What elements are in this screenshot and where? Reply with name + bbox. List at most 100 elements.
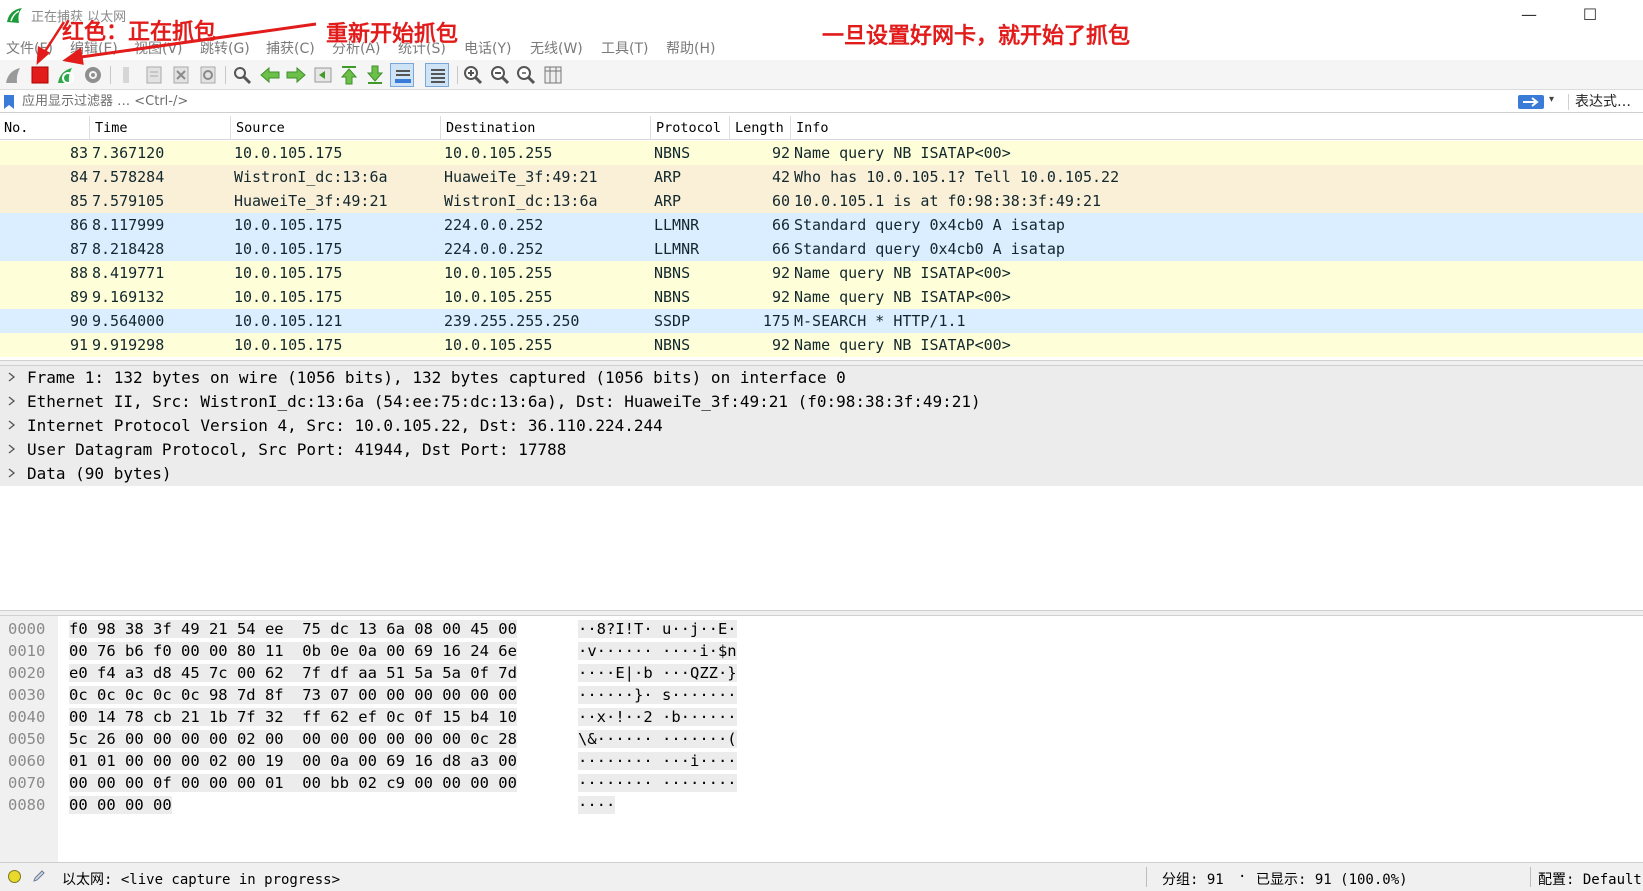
shark-fin-start-icon[interactable] [2, 63, 26, 87]
packet-row[interactable]: 89 9.169132 10.0.105.175 10.0.105.255 NBNS 92… [0, 285, 1643, 309]
go-forward-icon[interactable] [284, 63, 308, 87]
packet-row[interactable]: 91 9.919298 10.0.105.175 10.0.105.255 NBNS 92… [0, 333, 1643, 357]
cell-no: 88 [69, 264, 88, 282]
cell-no: 83 [69, 144, 88, 162]
display-filter-bar: ▾ 表达式… [0, 91, 1643, 113]
detail-text: Internet Protocol Version 4, Src: 10.0.1… [27, 416, 663, 435]
packet-row[interactable]: 90 9.564000 10.0.105.121 239.255.255.250 SSD… [0, 309, 1643, 333]
find-packet-icon[interactable] [230, 63, 254, 87]
hex-bytes: 00 14 78 cb 21 1b 7f 32 ff 62 ef 0c 0f 1… [69, 708, 517, 726]
cell-time: 8.218428 [92, 240, 165, 258]
cell-time: 9.169132 [92, 288, 165, 306]
cell-length: 60 [771, 192, 790, 210]
menu-file[interactable]: 文件(F) [6, 38, 53, 58]
capture-options-icon[interactable] [81, 63, 105, 87]
capture-comment-icon[interactable] [31, 868, 47, 884]
minimize-button[interactable]: — [1506, 0, 1552, 30]
menu-capture[interactable]: 捕获(C) [266, 38, 315, 58]
cell-time: 8.419771 [92, 264, 165, 282]
menu-tools[interactable]: 工具(T) [601, 38, 648, 58]
go-last-icon[interactable] [363, 63, 387, 87]
ascii-bytes: ········ ···i···· [578, 752, 737, 770]
annotation-note: 一旦设置好网卡，就开始了抓包 [822, 24, 1131, 49]
column-time[interactable]: Time [95, 120, 128, 136]
cell-info: M-SEARCH * HTTP/1.1 [794, 312, 966, 330]
stop-capture-icon[interactable] [28, 63, 52, 87]
chevron-right-icon[interactable] [7, 417, 17, 433]
zoom-out-icon[interactable] [488, 63, 512, 87]
detail-tree-item[interactable]: Frame 1: 132 bytes on wire (1056 bits), … [0, 366, 1643, 390]
detail-tree-item[interactable]: Internet Protocol Version 4, Src: 10.0.1… [0, 414, 1643, 438]
go-to-packet-icon[interactable] [311, 63, 335, 87]
cell-time: 8.117999 [92, 216, 165, 234]
resize-columns-icon[interactable] [541, 63, 565, 87]
menu-help[interactable]: 帮助(H) [666, 38, 715, 58]
hex-offset: 0080 [8, 796, 46, 814]
expert-info-led-icon[interactable] [8, 870, 21, 883]
cell-source: 10.0.105.121 [234, 312, 343, 330]
cell-time: 7.578284 [92, 168, 165, 186]
column-source[interactable]: Source [236, 120, 285, 136]
ascii-bytes: ········ ········ [578, 774, 737, 792]
column-no[interactable]: No. [4, 120, 28, 136]
packet-row[interactable]: 83 7.367120 10.0.105.175 10.0.105.255 NBNS 92… [0, 141, 1643, 165]
detail-tree-item[interactable]: User Datagram Protocol, Src Port: 41944,… [0, 438, 1643, 462]
packet-row[interactable]: 87 8.218428 10.0.105.175 224.0.0.252 LLMNR 66… [0, 237, 1643, 261]
chevron-right-icon[interactable] [7, 465, 17, 481]
apply-filter-button[interactable] [1518, 95, 1544, 109]
menu-telephony[interactable]: 电话(Y) [464, 38, 511, 58]
hex-offset: 0020 [8, 664, 46, 682]
autoscroll-icon[interactable] [390, 63, 414, 87]
go-first-icon[interactable] [337, 63, 361, 87]
cell-no: 90 [69, 312, 88, 330]
cell-time: 9.919298 [92, 336, 165, 354]
cell-time: 9.564000 [92, 312, 165, 330]
cell-info: Who has 10.0.105.1? Tell 10.0.105.22 [794, 168, 1120, 186]
cell-destination: 10.0.105.255 [444, 144, 553, 162]
packet-row[interactable]: 85 7.579105 HuaweiTe_3f:49:21 WistronI_dc:1… [0, 189, 1643, 213]
chevron-right-icon[interactable] [7, 393, 17, 409]
filter-history-dropdown[interactable]: ▾ [1549, 94, 1554, 105]
wireshark-logo-icon [7, 8, 22, 23]
open-file-icon[interactable] [114, 63, 138, 87]
go-back-icon[interactable] [258, 63, 282, 87]
hex-offset: 0000 [8, 620, 46, 638]
ascii-bytes: ··x·!··2 ·b······ [578, 708, 737, 726]
reload-file-icon[interactable] [196, 63, 220, 87]
column-length[interactable]: Length [735, 120, 784, 136]
packet-row[interactable]: 88 8.419771 10.0.105.175 10.0.105.255 NBNS 92… [0, 261, 1643, 285]
hex-bytes: 00 00 00 00 [69, 796, 172, 814]
bookmark-icon[interactable] [2, 94, 16, 110]
ascii-bytes: ····E|·b ···QZZ·} [578, 664, 737, 682]
zoom-in-icon[interactable] [461, 63, 485, 87]
packet-row[interactable]: 86 8.117999 10.0.105.175 224.0.0.252 LLMNR 66… [0, 213, 1643, 237]
maximize-button[interactable]: ☐ [1567, 0, 1613, 30]
cell-destination: 10.0.105.255 [444, 288, 553, 306]
display-filter-input[interactable] [20, 91, 1515, 112]
column-protocol[interactable]: Protocol [656, 120, 721, 136]
cell-length: 92 [771, 144, 790, 162]
column-info[interactable]: Info [796, 120, 829, 136]
expression-button[interactable]: 表达式… [1568, 94, 1631, 110]
cell-info: Name query NB ISATAP<00> [794, 288, 1011, 306]
restart-capture-icon[interactable] [54, 63, 78, 87]
cell-info: Standard query 0x4cb0 A isatap [794, 240, 1065, 258]
colorize-icon[interactable] [425, 63, 449, 87]
hex-bytes: 0c 0c 0c 0c 0c 98 7d 8f 73 07 00 00 00 0… [69, 686, 517, 704]
column-destination[interactable]: Destination [446, 120, 535, 136]
save-file-icon[interactable] [142, 63, 166, 87]
detail-tree-item[interactable]: Data (90 bytes) [0, 462, 1643, 486]
chevron-right-icon[interactable] [7, 441, 17, 457]
cell-source: 10.0.105.175 [234, 336, 343, 354]
packet-bytes-pane: 0000 f0 98 38 3f 49 21 54 ee 75 dc 13 6a … [0, 616, 1643, 862]
menu-wireless[interactable]: 无线(W) [530, 38, 583, 58]
close-file-icon[interactable] [169, 63, 193, 87]
chevron-right-icon[interactable] [7, 369, 17, 385]
zoom-normal-icon[interactable] [514, 63, 538, 87]
cell-source: 10.0.105.175 [234, 144, 343, 162]
detail-tree-item[interactable]: Ethernet II, Src: WistronI_dc:13:6a (54:… [0, 390, 1643, 414]
cell-no: 89 [69, 288, 88, 306]
profile-label[interactable]: 配置: Default [1538, 869, 1643, 889]
packet-row[interactable]: 84 7.578284 WistronI_dc:13:6a HuaweiTe_3f:4… [0, 165, 1643, 189]
cell-protocol: ARP [654, 168, 682, 186]
